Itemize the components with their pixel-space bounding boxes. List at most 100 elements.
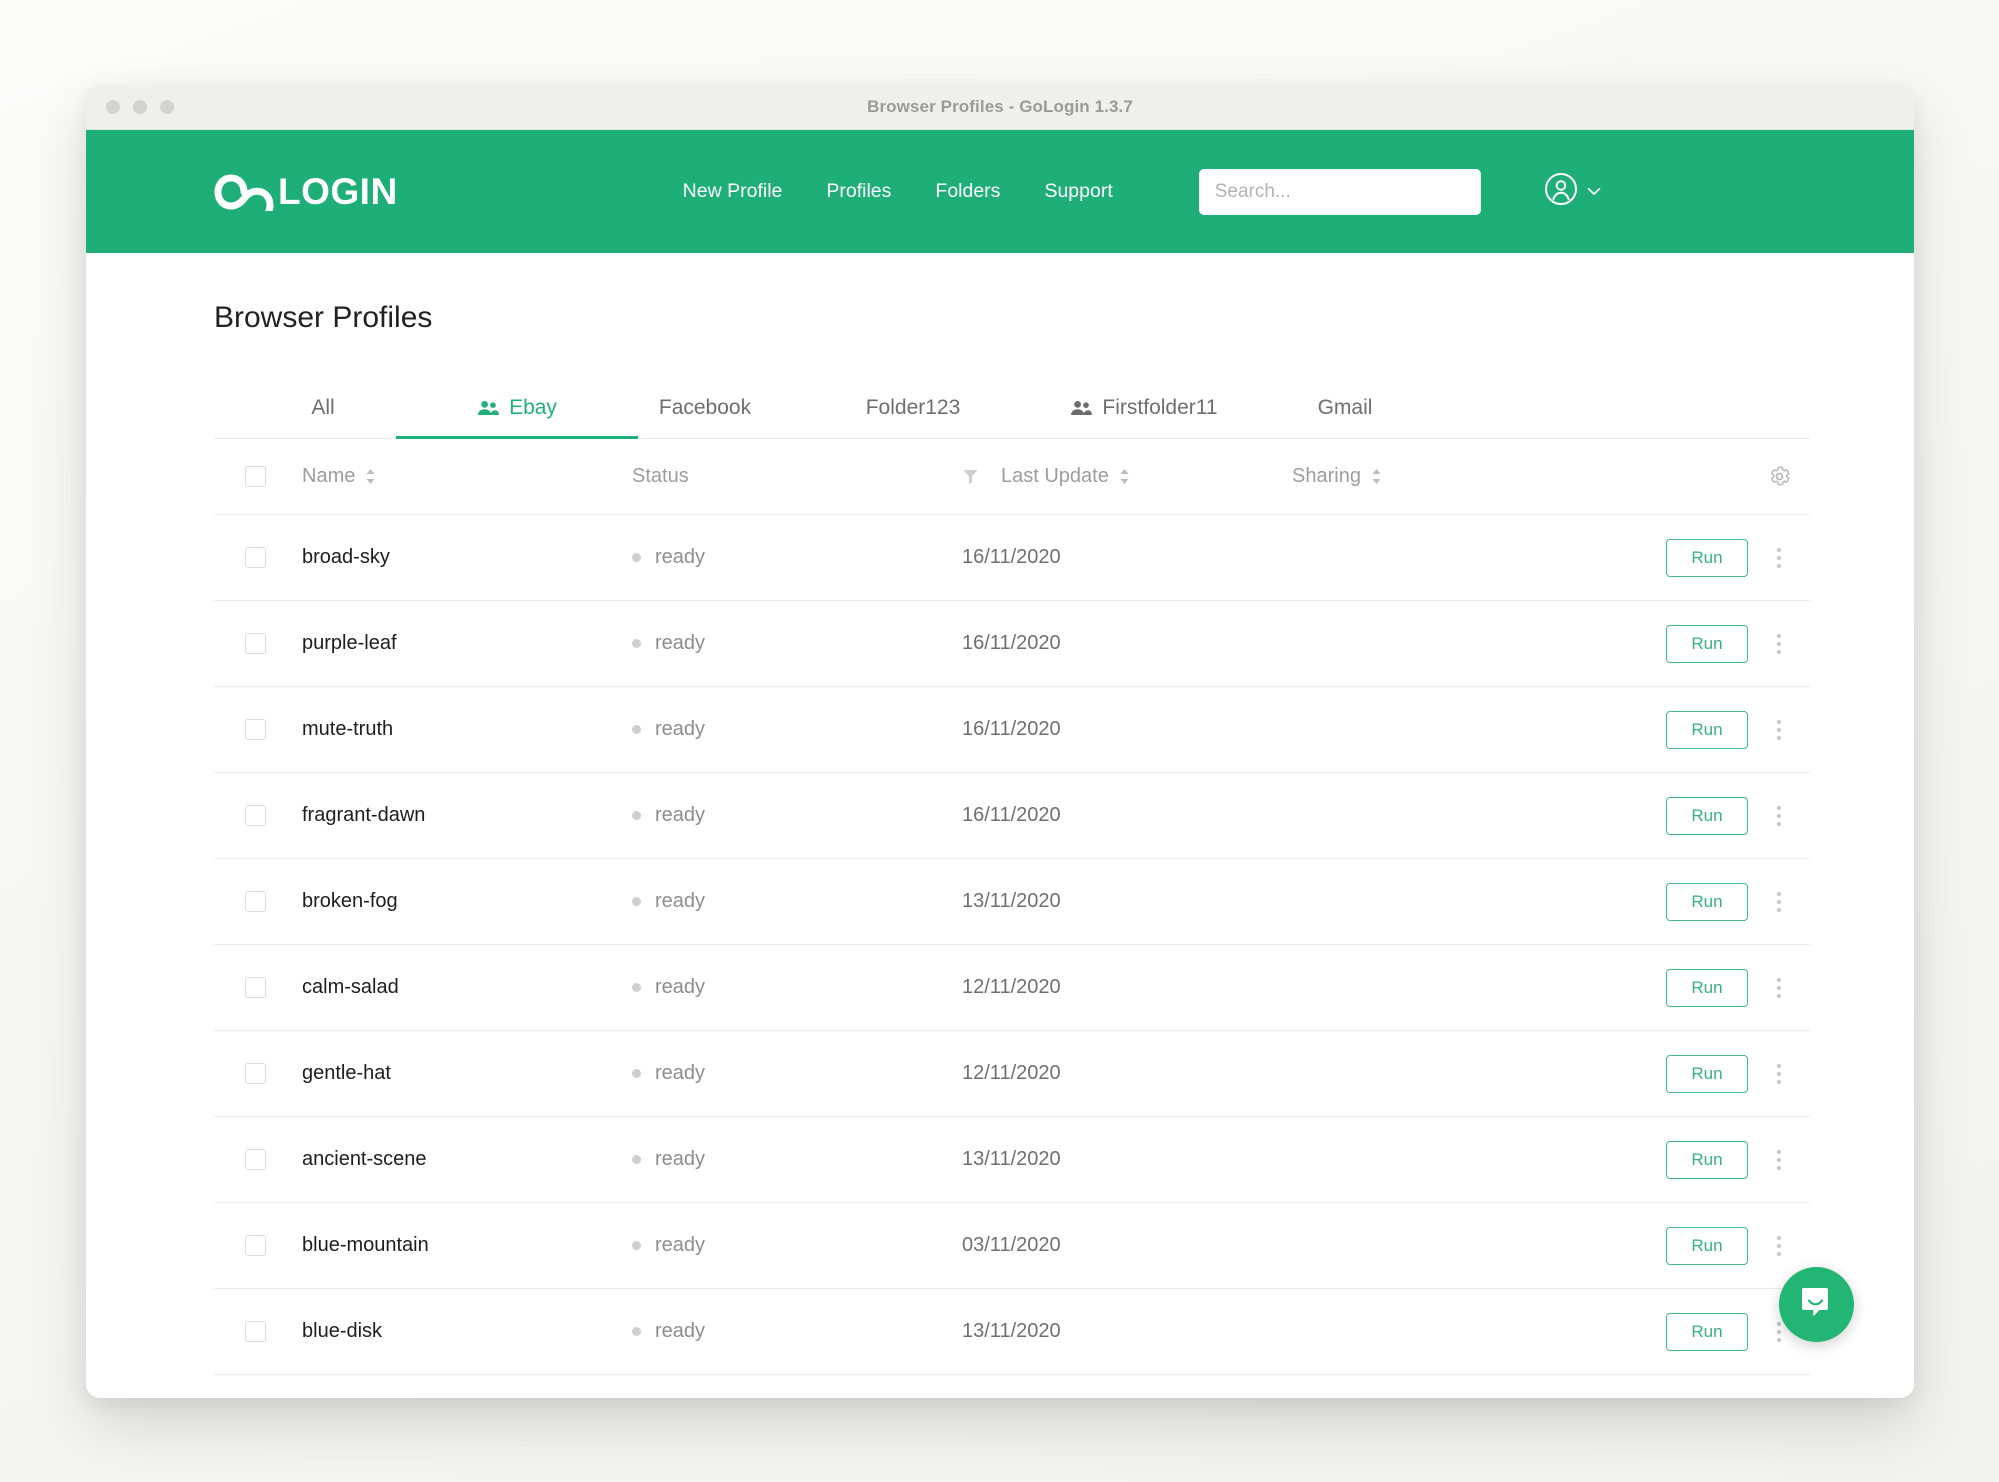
table-row[interactable]: fragrant-dawn ready 16/11/2020 Run <box>214 773 1810 859</box>
table-body: broad-sky ready 16/11/2020 Run purple-leaf re… <box>214 515 1810 1375</box>
window-titlebar: Browser Profiles - GoLogin 1.3.7 <box>86 85 1914 130</box>
profiles-table: Name Status Last Update Sharing broad-sk… <box>214 439 1810 1375</box>
row-menu-button[interactable] <box>1748 1230 1810 1262</box>
kebab-menu-icon <box>1767 1058 1791 1090</box>
tab-ebay[interactable]: Ebay <box>396 377 638 439</box>
nav-folders[interactable]: Folders <box>935 180 1000 203</box>
table-row[interactable]: broad-sky ready 16/11/2020 Run <box>214 515 1810 601</box>
row-checkbox[interactable] <box>245 1149 266 1170</box>
search-input[interactable] <box>1198 168 1481 215</box>
profile-name: blue-mountain <box>302 1234 429 1256</box>
run-button[interactable]: Run <box>1666 538 1748 577</box>
user-menu[interactable] <box>1544 172 1601 211</box>
row-checkbox[interactable] <box>245 1235 266 1256</box>
kebab-menu-icon <box>1767 800 1791 832</box>
cell-name: purple-leaf <box>302 632 632 655</box>
row-menu-button[interactable] <box>1748 1144 1810 1176</box>
status-label: ready <box>655 632 706 654</box>
run-button[interactable]: Run <box>1666 624 1748 663</box>
folder-tabs: All Ebay Facebook Folder123 Firstfolder1… <box>214 377 1810 439</box>
status-label: ready <box>655 976 706 998</box>
row-checkbox[interactable] <box>245 805 266 826</box>
run-button[interactable]: Run <box>1666 1312 1748 1351</box>
last-update-value: 13/11/2020 <box>962 1320 1061 1342</box>
tab-label: Firstfolder11 <box>1102 395 1218 419</box>
page-title: Browser Profiles <box>214 301 433 334</box>
column-header-status[interactable]: Status <box>632 465 962 488</box>
table-row[interactable]: mute-truth ready 16/11/2020 Run <box>214 687 1810 773</box>
cell-last-update: 12/11/2020 <box>962 1062 1292 1085</box>
table-settings-button[interactable] <box>1748 464 1810 489</box>
run-button[interactable]: Run <box>1666 1226 1748 1265</box>
row-checkbox[interactable] <box>245 1063 266 1084</box>
logo-wordmark: LOGIN <box>278 170 398 212</box>
table-row[interactable]: purple-leaf ready 16/11/2020 Run <box>214 601 1810 687</box>
nav-new-profile[interactable]: New Profile <box>683 180 783 203</box>
status-dot-icon <box>632 983 641 992</box>
run-button[interactable]: Run <box>1666 882 1748 921</box>
row-checkbox[interactable] <box>245 719 266 740</box>
row-checkbox[interactable] <box>245 977 266 998</box>
status-dot-icon <box>632 1327 641 1336</box>
row-checkbox[interactable] <box>245 891 266 912</box>
status-label: ready <box>655 718 706 740</box>
kebab-menu-icon <box>1767 1230 1791 1262</box>
cell-status: ready <box>632 1320 962 1343</box>
row-menu-button[interactable] <box>1748 542 1810 574</box>
last-update-value: 12/11/2020 <box>962 1062 1061 1084</box>
status-dot-icon <box>632 1155 641 1164</box>
table-header-row: Name Status Last Update Sharing <box>214 439 1810 515</box>
tab-folder123[interactable]: Folder123 <box>808 377 1018 438</box>
status-label: ready <box>655 890 706 912</box>
chat-launcher-button[interactable] <box>1779 1267 1854 1342</box>
tab-gmail[interactable]: Gmail <box>1270 377 1420 438</box>
row-menu-button[interactable] <box>1748 714 1810 746</box>
table-row[interactable]: broken-fog ready 13/11/2020 Run <box>214 859 1810 945</box>
table-row[interactable]: calm-salad ready 12/11/2020 Run <box>214 945 1810 1031</box>
select-all-checkbox[interactable] <box>245 466 266 487</box>
row-select-cell <box>214 633 302 654</box>
table-row[interactable]: blue-disk ready 13/11/2020 Run <box>214 1289 1810 1375</box>
run-button[interactable]: Run <box>1666 710 1748 749</box>
row-checkbox[interactable] <box>245 633 266 654</box>
app-window: Browser Profiles - GoLogin 1.3.7 LOGIN N… <box>86 85 1914 1398</box>
row-menu-button[interactable] <box>1748 628 1810 660</box>
row-menu-button[interactable] <box>1748 800 1810 832</box>
table-row[interactable]: blue-mountain ready 03/11/2020 Run <box>214 1203 1810 1289</box>
cell-last-update: 16/11/2020 <box>962 546 1292 569</box>
run-button[interactable]: Run <box>1666 1140 1748 1179</box>
row-menu-button[interactable] <box>1748 886 1810 918</box>
window-maximize-button[interactable] <box>160 100 174 114</box>
table-row[interactable]: gentle-hat ready 12/11/2020 Run <box>214 1031 1810 1117</box>
nav-support[interactable]: Support <box>1044 180 1112 203</box>
nav-profiles[interactable]: Profiles <box>826 180 891 203</box>
cell-name: ancient-scene <box>302 1148 632 1171</box>
status-dot-icon <box>632 639 641 648</box>
sort-arrows-icon <box>1371 468 1382 485</box>
cell-actions: Run <box>1588 538 1748 577</box>
window-close-button[interactable] <box>106 100 120 114</box>
row-select-cell <box>214 891 302 912</box>
column-header-sharing[interactable]: Sharing <box>1292 465 1588 488</box>
cell-name: fragrant-dawn <box>302 804 632 827</box>
run-button[interactable]: Run <box>1666 1054 1748 1093</box>
row-menu-button[interactable] <box>1748 1058 1810 1090</box>
search-container <box>1198 168 1481 215</box>
row-checkbox[interactable] <box>245 1321 266 1342</box>
filter-icon[interactable] <box>962 468 979 485</box>
kebab-menu-icon <box>1767 542 1791 574</box>
run-button[interactable]: Run <box>1666 796 1748 835</box>
tab-facebook[interactable]: Facebook <box>602 377 808 438</box>
main-content: Browser Profiles All Ebay Facebook Folde… <box>86 253 1914 1398</box>
row-menu-button[interactable] <box>1748 972 1810 1004</box>
row-checkbox[interactable] <box>245 547 266 568</box>
column-header-name[interactable]: Name <box>302 465 632 488</box>
table-row[interactable]: ancient-scene ready 13/11/2020 Run <box>214 1117 1810 1203</box>
column-header-last-update[interactable]: Last Update <box>962 465 1292 488</box>
tab-all[interactable]: All <box>214 377 432 438</box>
cell-actions: Run <box>1588 710 1748 749</box>
run-button[interactable]: Run <box>1666 968 1748 1007</box>
window-minimize-button[interactable] <box>133 100 147 114</box>
tab-firstfolder11[interactable]: Firstfolder11 <box>1018 377 1270 438</box>
cell-last-update: 16/11/2020 <box>962 718 1292 741</box>
